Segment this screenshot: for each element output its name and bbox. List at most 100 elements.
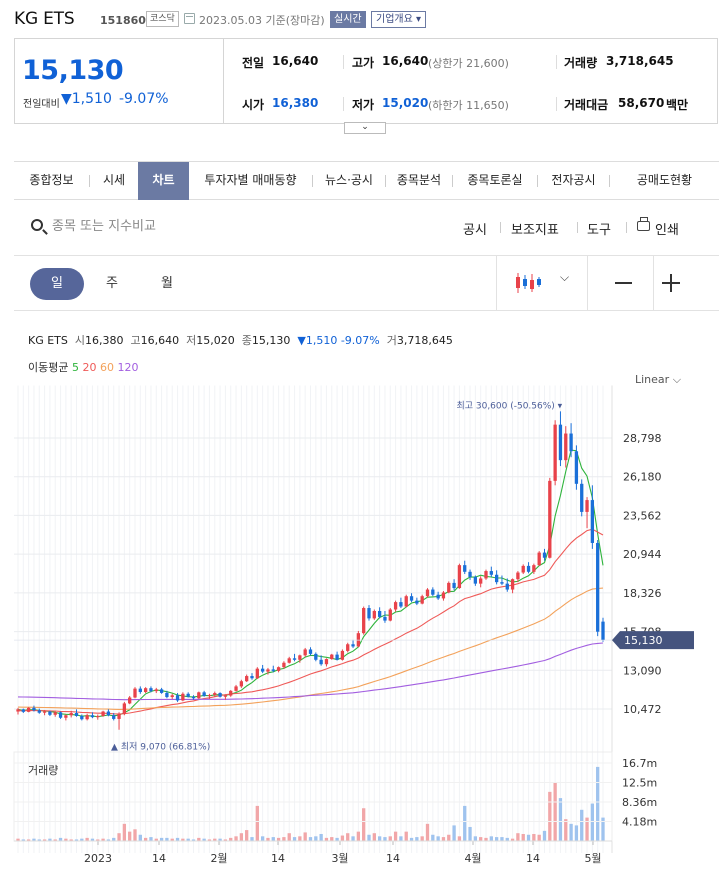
- low-label: 저가: [352, 98, 375, 112]
- candle-body: [287, 658, 291, 663]
- volume-bar: [447, 834, 451, 841]
- period-week-button[interactable]: 주: [85, 268, 139, 300]
- disclosure-button[interactable]: 공시: [463, 219, 487, 238]
- candle-body: [319, 659, 323, 665]
- candle-body: [574, 451, 579, 484]
- stock-name: KG ETS: [14, 9, 75, 29]
- chevron-down-icon[interactable]: ⌵: [560, 270, 569, 285]
- candle-body: [58, 712, 63, 718]
- high-label: 고가: [352, 56, 375, 70]
- search-icon[interactable]: [31, 219, 43, 231]
- tab-investor-trading[interactable]: 투자자별 매매동향: [189, 162, 312, 200]
- candle-body: [229, 690, 233, 696]
- candle-body: [271, 669, 275, 671]
- zoom-out-icon[interactable]: [615, 282, 632, 284]
- divider: [343, 55, 344, 69]
- candle-body: [165, 692, 169, 698]
- price-chart[interactable]: 28,79826,18023,56220,94418,32615,70813,0…: [0, 385, 719, 878]
- volume-bar: [234, 836, 238, 841]
- candle-body: [425, 589, 430, 597]
- price-tick-label: 13,090: [623, 664, 662, 677]
- expand-quote-button[interactable]: ⌄: [344, 122, 386, 134]
- candle-body: [308, 649, 313, 654]
- stock-code: 151860: [100, 14, 146, 27]
- change-label: 전일대비: [23, 99, 60, 110]
- chart-controls: ⌵: [496, 256, 719, 310]
- divider: [343, 97, 344, 111]
- volume-bar: [457, 836, 462, 841]
- tab-news[interactable]: 뉴스·공시: [313, 162, 385, 200]
- volume-bar: [574, 825, 579, 841]
- tab-chart[interactable]: 차트: [138, 162, 189, 200]
- volume-bar: [516, 833, 520, 841]
- info-close: 15,130: [251, 334, 291, 347]
- candle-body: [64, 715, 68, 718]
- tab-disclosure[interactable]: 전자공시: [538, 162, 609, 200]
- tab-quotes[interactable]: 시세: [90, 162, 138, 200]
- divider: [14, 310, 719, 311]
- info-change: ▼1,510 -9.07%: [297, 334, 380, 347]
- candle-body: [260, 668, 265, 672]
- tab-short-selling[interactable]: 공매도현황: [610, 162, 719, 200]
- candle-body: [516, 572, 520, 580]
- printer-icon[interactable]: [637, 217, 650, 231]
- volume-bar: [239, 833, 244, 841]
- ohlc-info: KG ETS 시16,380 고16,640 저15,020 종15,130 ▼…: [28, 332, 453, 348]
- tab-analysis[interactable]: 종목분석: [386, 162, 452, 200]
- tab-forum[interactable]: 종목토론실: [453, 162, 537, 200]
- volume-bar: [558, 798, 563, 841]
- candle-body: [159, 689, 164, 693]
- candle-body: [346, 644, 350, 651]
- volume-bar: [356, 831, 361, 841]
- open-value: 16,380: [272, 96, 319, 110]
- volume-bar: [564, 819, 568, 841]
- company-overview-button[interactable]: 기업개요 ▾: [371, 11, 426, 28]
- zoom-in-icon[interactable]: [662, 274, 680, 292]
- candle-body: [128, 697, 132, 704]
- volume-bar: [468, 826, 472, 841]
- compare-search-input[interactable]: [52, 216, 252, 236]
- candle-body: [245, 676, 249, 682]
- info-volume: 3,718,645: [396, 334, 453, 347]
- open-label: 시가: [242, 98, 265, 112]
- volume-bar: [393, 831, 398, 841]
- volume-bar: [346, 833, 350, 841]
- print-button[interactable]: 인쇄: [655, 219, 679, 238]
- volume-bar: [548, 791, 552, 841]
- chevron-down-icon: ⌄: [361, 122, 369, 132]
- candle-body: [255, 668, 259, 679]
- period-day-button[interactable]: 일: [30, 268, 84, 300]
- prev-close-value: 16,640: [272, 54, 319, 68]
- period-selector: 일 주 월: [30, 268, 204, 300]
- trade-amount-label: 거래대금: [564, 98, 609, 112]
- indicators-button[interactable]: 보조지표: [511, 219, 559, 238]
- candle-body: [457, 565, 462, 589]
- candle-body: [223, 695, 228, 697]
- volume-bar: [532, 833, 536, 841]
- volume-bar: [441, 837, 446, 841]
- high-value: 16,640: [382, 54, 429, 68]
- info-close-label: 종: [241, 334, 252, 347]
- price-tick-label: 23,562: [623, 509, 662, 522]
- candle-body: [399, 602, 403, 607]
- tab-overview[interactable]: 종합정보: [14, 162, 89, 200]
- realtime-button[interactable]: 실시간: [330, 11, 366, 28]
- candle-body: [367, 608, 371, 619]
- volume-bar: [383, 837, 387, 841]
- candle-body: [122, 703, 127, 714]
- volume-bar: [494, 837, 499, 841]
- candle-body: [564, 433, 568, 461]
- volume-bar: [362, 808, 366, 841]
- volume-bar: [319, 833, 323, 841]
- volume-bar: [526, 834, 531, 841]
- volume-bar: [404, 831, 408, 841]
- date-tick-label: 5월: [584, 852, 601, 865]
- candle-body: [170, 695, 174, 698]
- period-month-button[interactable]: 월: [140, 268, 194, 300]
- tools-button[interactable]: 도구: [587, 219, 611, 238]
- candlestick-type-icon[interactable]: [514, 271, 542, 295]
- volume-bar: [271, 837, 275, 841]
- candle-body: [526, 565, 531, 572]
- candle-body: [197, 692, 201, 699]
- info-open-label: 시: [74, 334, 86, 347]
